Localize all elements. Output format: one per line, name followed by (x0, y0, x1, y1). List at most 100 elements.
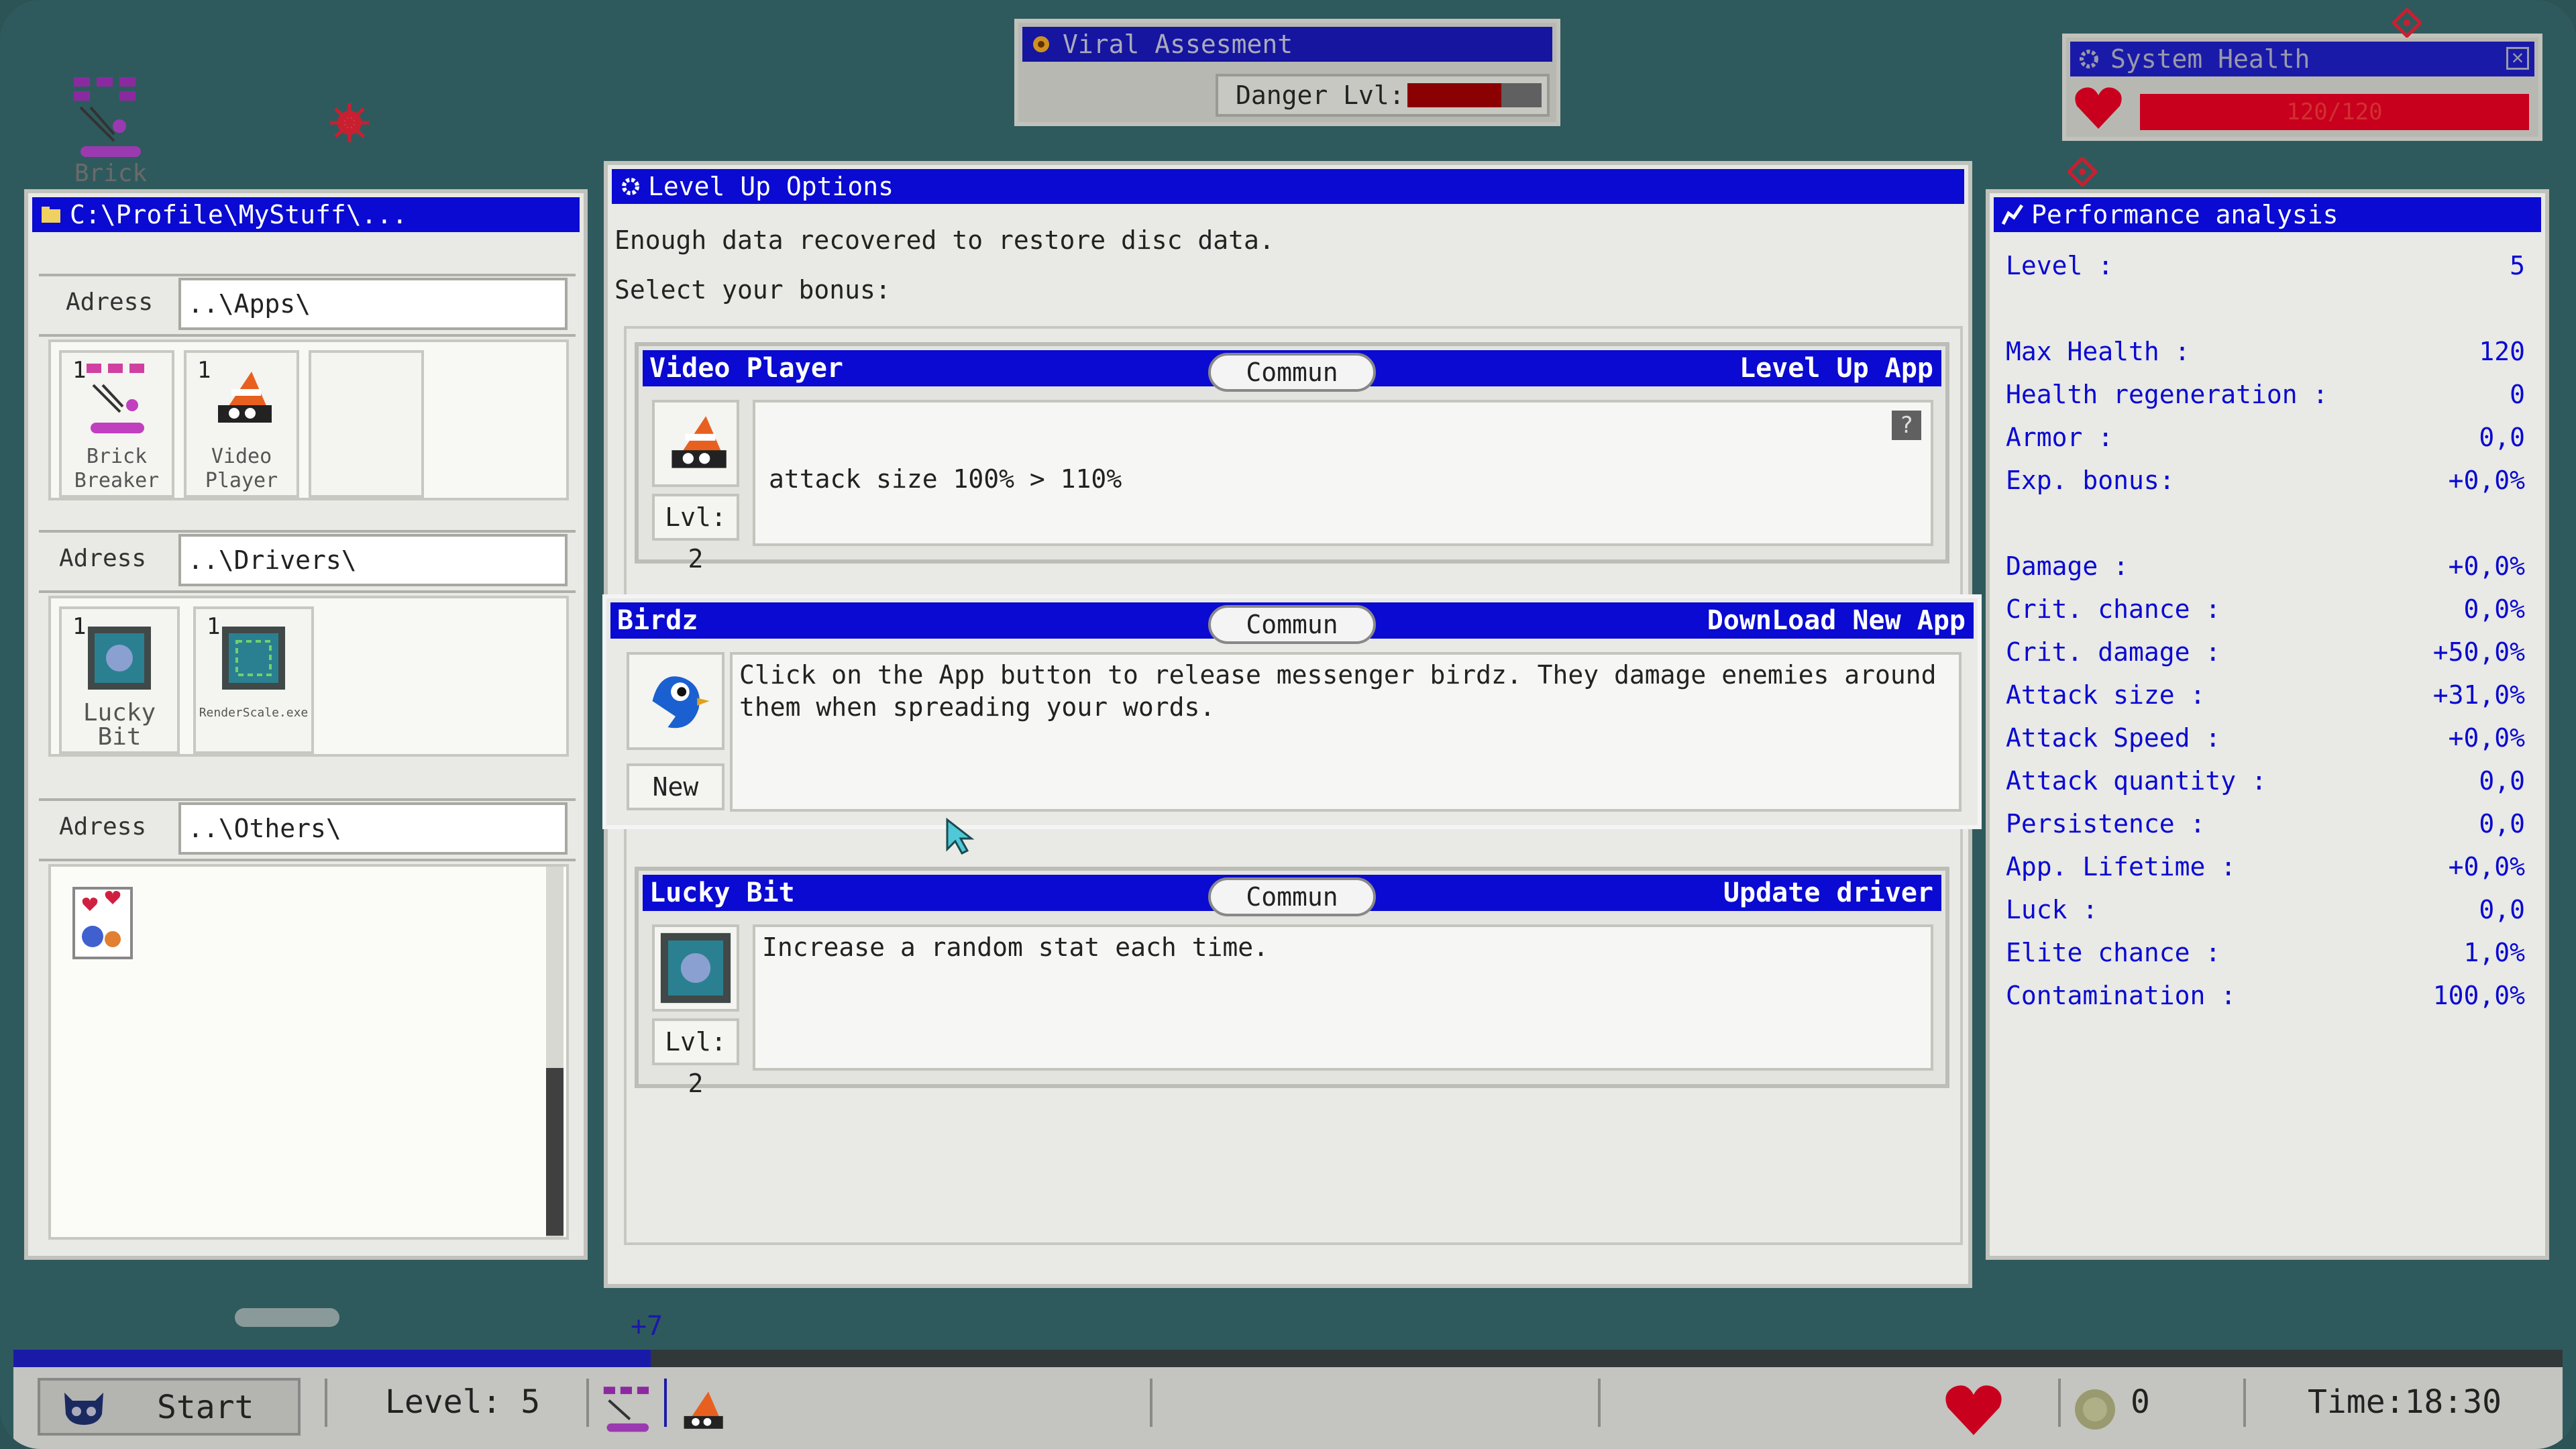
taskbar-brick-breaker-icon[interactable] (598, 1382, 656, 1436)
gear-icon (2080, 50, 2098, 68)
taskbar-separator (2243, 1379, 2246, 1427)
card-level-box: Lvl: 2 (652, 494, 739, 574)
bonus-card-birdz[interactable]: Birdz Commun DownLoad New App New Click … (602, 594, 1982, 829)
scroll-handle[interactable] (235, 1308, 339, 1327)
stat-row: Exp. bonus: +0,0% (2006, 462, 2525, 499)
stat-row: App. Lifetime : +0,0% (2006, 848, 2525, 885)
stat-value: 5 (2510, 251, 2525, 280)
stat-name: Exp. bonus: (2006, 466, 2175, 495)
card-title-bar: Video Player Commun Level Up App (643, 350, 1941, 392)
stat-value: +0,0% (2448, 852, 2525, 881)
brick-breaker-desktop-icon[interactable]: Brick (67, 74, 154, 188)
brick-breaker-icon (87, 364, 144, 433)
stat-name: Elite chance : (2006, 938, 2221, 967)
others-scrollbar[interactable] (546, 867, 564, 1237)
mouse-cursor-icon (946, 817, 975, 855)
stat-value: +0,0% (2448, 466, 2525, 495)
card-bonus-type: DownLoad New App (1707, 605, 1966, 636)
stat-value: 120 (2479, 337, 2525, 366)
help-icon[interactable]: ? (1892, 411, 1921, 440)
card-bonus-type: Update driver (1723, 877, 1933, 908)
level-up-message: Enough data recovered to restore disc da… (614, 225, 1275, 255)
file-explorer-window: C:\Profile\MyStuff\... Adress ..\Apps\ 1… (24, 189, 588, 1260)
hearts-document-icon[interactable] (70, 884, 137, 962)
drivers-address-field[interactable]: ..\Drivers\ (178, 534, 568, 586)
stat-value: +0,0% (2448, 723, 2525, 753)
app-name-line1: Brick (86, 445, 148, 468)
stat-name: Crit. chance : (2006, 594, 2221, 624)
apps-address-row: Adress ..\Apps\ (39, 274, 576, 337)
stat-row: Attack Speed : +0,0% (2006, 719, 2525, 757)
stat-row: Elite chance : 1,0% (2006, 934, 2525, 971)
virus-icon (1033, 36, 1049, 52)
xp-bar (13, 1350, 2563, 1367)
stat-name: Damage : (2006, 551, 2129, 581)
stat-value: 100,0% (2432, 981, 2525, 1010)
address-label: Adress (66, 288, 154, 316)
stat-value: +50,0% (2432, 637, 2525, 667)
card-title-bar: Birdz Commun DownLoad New App (610, 602, 1974, 644)
rarity-badge: Commun (1208, 353, 1376, 392)
stat-name: Persistence : (2006, 809, 2206, 839)
taskbar-video-player-icon[interactable] (672, 1382, 730, 1436)
taskbar-level: Level: 5 (385, 1383, 541, 1421)
card-level-box: New (627, 763, 724, 810)
coin-icon (2075, 1389, 2115, 1430)
apps-address-field[interactable]: ..\Apps\ (178, 278, 568, 330)
taskbar-separator (586, 1379, 589, 1427)
renderscale-driver-slot[interactable]: 1 RenderScale.exe (193, 606, 314, 754)
drivers-address-row: Adress ..\Drivers\ (39, 530, 576, 593)
bonus-card-video-player[interactable]: Video Player Commun Level Up App Lvl: 2 … (635, 342, 1949, 574)
stat-row: Damage : +0,0% (2006, 547, 2525, 585)
desktop-icon-label: Brick (74, 160, 148, 187)
taskbar-separator (2058, 1379, 2061, 1427)
stat-name: Health regeneration : (2006, 380, 2328, 409)
stat-value: 0,0% (2463, 594, 2525, 624)
system-health-window: System Health ✕ 120/120 (2062, 34, 2542, 141)
xp-bar-fill (13, 1350, 651, 1367)
stat-row: Persistence : 0,0 (2006, 805, 2525, 843)
renderscale-chip-icon (222, 627, 285, 690)
card-icon-box (627, 652, 724, 750)
scroll-thumb[interactable] (546, 1068, 564, 1236)
start-logo-icon (64, 1393, 103, 1425)
brick-breaker-app-slot[interactable]: 1 Brick Breaker (59, 350, 174, 498)
target-marker-icon-2 (2068, 157, 2097, 186)
card-app-name: Birdz (617, 605, 698, 636)
empty-app-slot[interactable] (309, 350, 424, 498)
video-player-icon (672, 416, 727, 468)
start-button[interactable]: Start (38, 1378, 301, 1436)
video-player-app-slot[interactable]: 1 Video Player (184, 350, 299, 498)
stat-name: Attack size : (2006, 680, 2206, 710)
virus-enemy-icon (330, 103, 369, 142)
app-name-line2: Player (205, 469, 278, 492)
stat-name: Luck : (2006, 895, 2098, 924)
driver-name: Lucky Bit (83, 699, 156, 751)
danger-label: Danger Lvl: (1236, 80, 1405, 110)
brick-breaker-icon (74, 77, 141, 157)
bird-icon (652, 676, 710, 729)
danger-panel: Danger Lvl: (1216, 74, 1550, 117)
stat-name: Attack quantity : (2006, 766, 2267, 796)
rarity-badge: Commun (1208, 605, 1376, 644)
others-address-row: Adress ..\Others\ (39, 798, 576, 861)
stat-value: 0,0 (2479, 895, 2525, 924)
close-icon[interactable]: ✕ (2506, 47, 2529, 70)
stat-row: Luck : 0,0 (2006, 891, 2525, 928)
stat-name: Crit. damage : (2006, 637, 2221, 667)
performance-window: Performance analysis Level : 5 Max Health… (1986, 189, 2549, 1260)
others-address-field[interactable]: ..\Others\ (178, 802, 568, 855)
card-level-box: Lvl: 2 (652, 1018, 739, 1098)
danger-meter (1407, 83, 1542, 107)
folder-icon (42, 207, 60, 223)
apps-folder-panel: 1 Brick Breaker 1 Video Player (48, 339, 569, 500)
bonus-card-lucky-bit[interactable]: Lucky Bit Commun Update driver Lvl: 2 In… (635, 867, 1949, 1098)
danger-meter-fill (1407, 83, 1501, 107)
health-value: 120/120 (2286, 99, 2383, 125)
others-folder-panel (48, 864, 569, 1240)
stat-name: Level : (2006, 251, 2114, 280)
lucky-bit-driver-slot[interactable]: 1 Lucky Bit (59, 606, 180, 754)
explorer-title-bar: C:\Profile\MyStuff\... (32, 197, 580, 232)
stat-value: 0 (2510, 380, 2525, 409)
stat-value: 0,0 (2479, 766, 2525, 796)
